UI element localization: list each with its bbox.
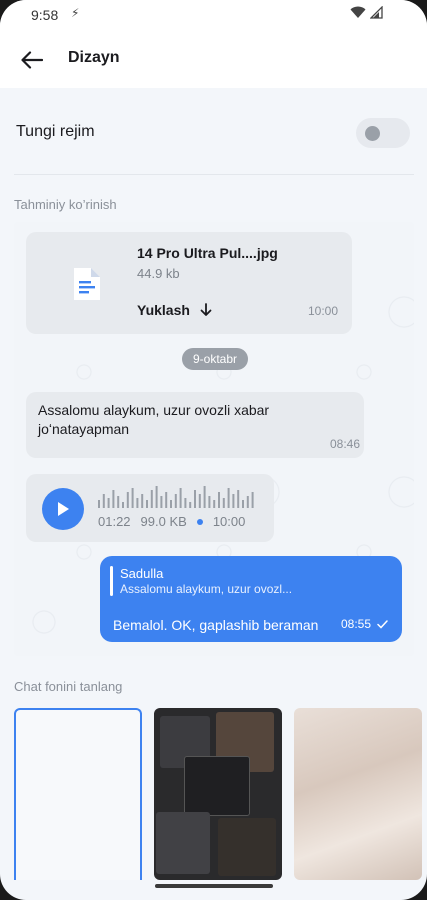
waveform-bar — [160, 496, 163, 508]
waveform-bar — [227, 488, 230, 508]
waveform-bar — [98, 500, 100, 508]
arrow-left-icon — [21, 51, 43, 69]
gesture-handle[interactable] — [155, 884, 273, 888]
voice-duration: 01:22 — [98, 514, 131, 529]
waveform-bar — [251, 492, 254, 508]
waveform-bar — [117, 496, 120, 508]
play-button[interactable] — [42, 488, 84, 530]
chat-preview: 14 Pro Ultra Pul....jpg 44.9 kb Yuklash … — [14, 222, 414, 656]
waveform-bar — [184, 498, 187, 508]
waveform-bar — [136, 498, 139, 508]
message-text: Assalomu alaykum, uzur ovozli xabar joʻn… — [38, 402, 270, 437]
arrow-down-icon — [200, 303, 212, 316]
file-message-bubble: 14 Pro Ultra Pul....jpg 44.9 kb Yuklash … — [26, 232, 352, 334]
charging-icon: ⚡ — [71, 6, 80, 20]
waveform-bar — [208, 496, 211, 508]
waveform-bar — [189, 502, 192, 508]
night-mode-label: Tungi rejim — [16, 123, 95, 140]
waveform-bar — [141, 494, 144, 508]
waveform-bar — [150, 490, 153, 508]
status-icons — [350, 6, 383, 19]
play-icon — [58, 502, 69, 516]
wifi-icon — [350, 6, 366, 18]
voice-message-bubble: 01:22 99.0 KB 10:00 — [26, 474, 274, 542]
waveform-bar — [122, 502, 124, 508]
waveform-bar — [112, 490, 115, 508]
download-label: Yuklash — [137, 302, 190, 318]
file-size: 44.9 kb — [137, 266, 180, 281]
text-message-time: 08:46 — [330, 437, 361, 451]
waveform-bar — [155, 486, 158, 508]
waveform-bar — [179, 488, 182, 508]
file-message-time: 10:00 — [308, 304, 339, 318]
album-art — [156, 812, 210, 874]
album-art — [218, 818, 276, 876]
waveform-bar — [242, 500, 244, 508]
waveform-bar — [146, 500, 148, 508]
night-mode-toggle[interactable] — [356, 118, 410, 148]
outgoing-meta: 08:55 — [341, 617, 388, 631]
night-mode-row[interactable]: Tungi rejim — [0, 104, 427, 160]
waveform-bar — [232, 494, 235, 508]
reply-bar — [110, 566, 113, 596]
outgoing-text: Bemalol. OK, gaplashib beraman — [113, 617, 319, 633]
waveform-bar — [246, 496, 249, 508]
waveform-bar — [222, 498, 225, 508]
waveform-bar — [198, 494, 201, 508]
divider — [14, 174, 414, 175]
background-option-albums[interactable] — [154, 708, 282, 880]
date-chip: 9-oktabr — [182, 348, 248, 370]
signal-icon — [370, 6, 383, 19]
status-bar: 9:58 ⚡ — [0, 0, 427, 30]
waveform-bar — [203, 486, 206, 508]
waveform-bar — [170, 500, 172, 508]
status-time: 9:58 — [31, 7, 59, 23]
download-button[interactable]: Yuklash — [137, 302, 212, 318]
preview-section-label: Tahminiy ko’rinish — [14, 197, 117, 212]
waveform-bar — [218, 492, 220, 508]
waveform-bar — [194, 490, 196, 508]
file-thumbnail — [42, 244, 132, 324]
waveform-bar — [213, 500, 216, 508]
reply-text: Assalomu alaykum, uzur ovozl... — [120, 582, 293, 596]
incoming-text-bubble: Assalomu alaykum, uzur ovozli xabar joʻn… — [26, 392, 364, 458]
background-option-texture[interactable] — [294, 708, 422, 880]
background-picker — [14, 708, 422, 880]
album-art — [184, 756, 250, 816]
file-name: 14 Pro Ultra Pul....jpg — [137, 245, 278, 261]
check-icon — [377, 619, 388, 629]
outgoing-time: 08:55 — [341, 617, 372, 631]
outgoing-message-bubble: Sadulla Assalomu alaykum, uzur ovozl... … — [100, 556, 402, 642]
app-bar: Dizayn — [0, 30, 427, 88]
voice-waveform — [98, 486, 254, 508]
page-title: Dizayn — [68, 49, 120, 66]
waveform-bar — [131, 488, 134, 508]
waveform-bar — [237, 490, 240, 508]
document-icon — [74, 268, 100, 300]
background-option-default[interactable] — [14, 708, 142, 880]
waveform-bar — [107, 498, 110, 508]
back-button[interactable] — [14, 42, 50, 78]
reply-name: Sadulla — [120, 566, 164, 581]
voice-meta: 01:22 99.0 KB 10:00 — [98, 514, 245, 529]
waveform-bar — [126, 492, 129, 508]
unplayed-dot — [196, 518, 203, 525]
waveform-bar — [174, 494, 177, 508]
background-section-label: Chat fonini tanlang — [14, 679, 123, 694]
voice-time: 10:00 — [212, 514, 246, 529]
waveform-bar — [102, 494, 105, 508]
toggle-knob — [365, 126, 380, 141]
phone-screen: 9:58 ⚡ Dizayn Tungi rejim Tahminiy ko’ri… — [0, 0, 427, 900]
voice-size: 99.0 KB — [140, 514, 187, 529]
waveform-bar — [165, 492, 168, 508]
